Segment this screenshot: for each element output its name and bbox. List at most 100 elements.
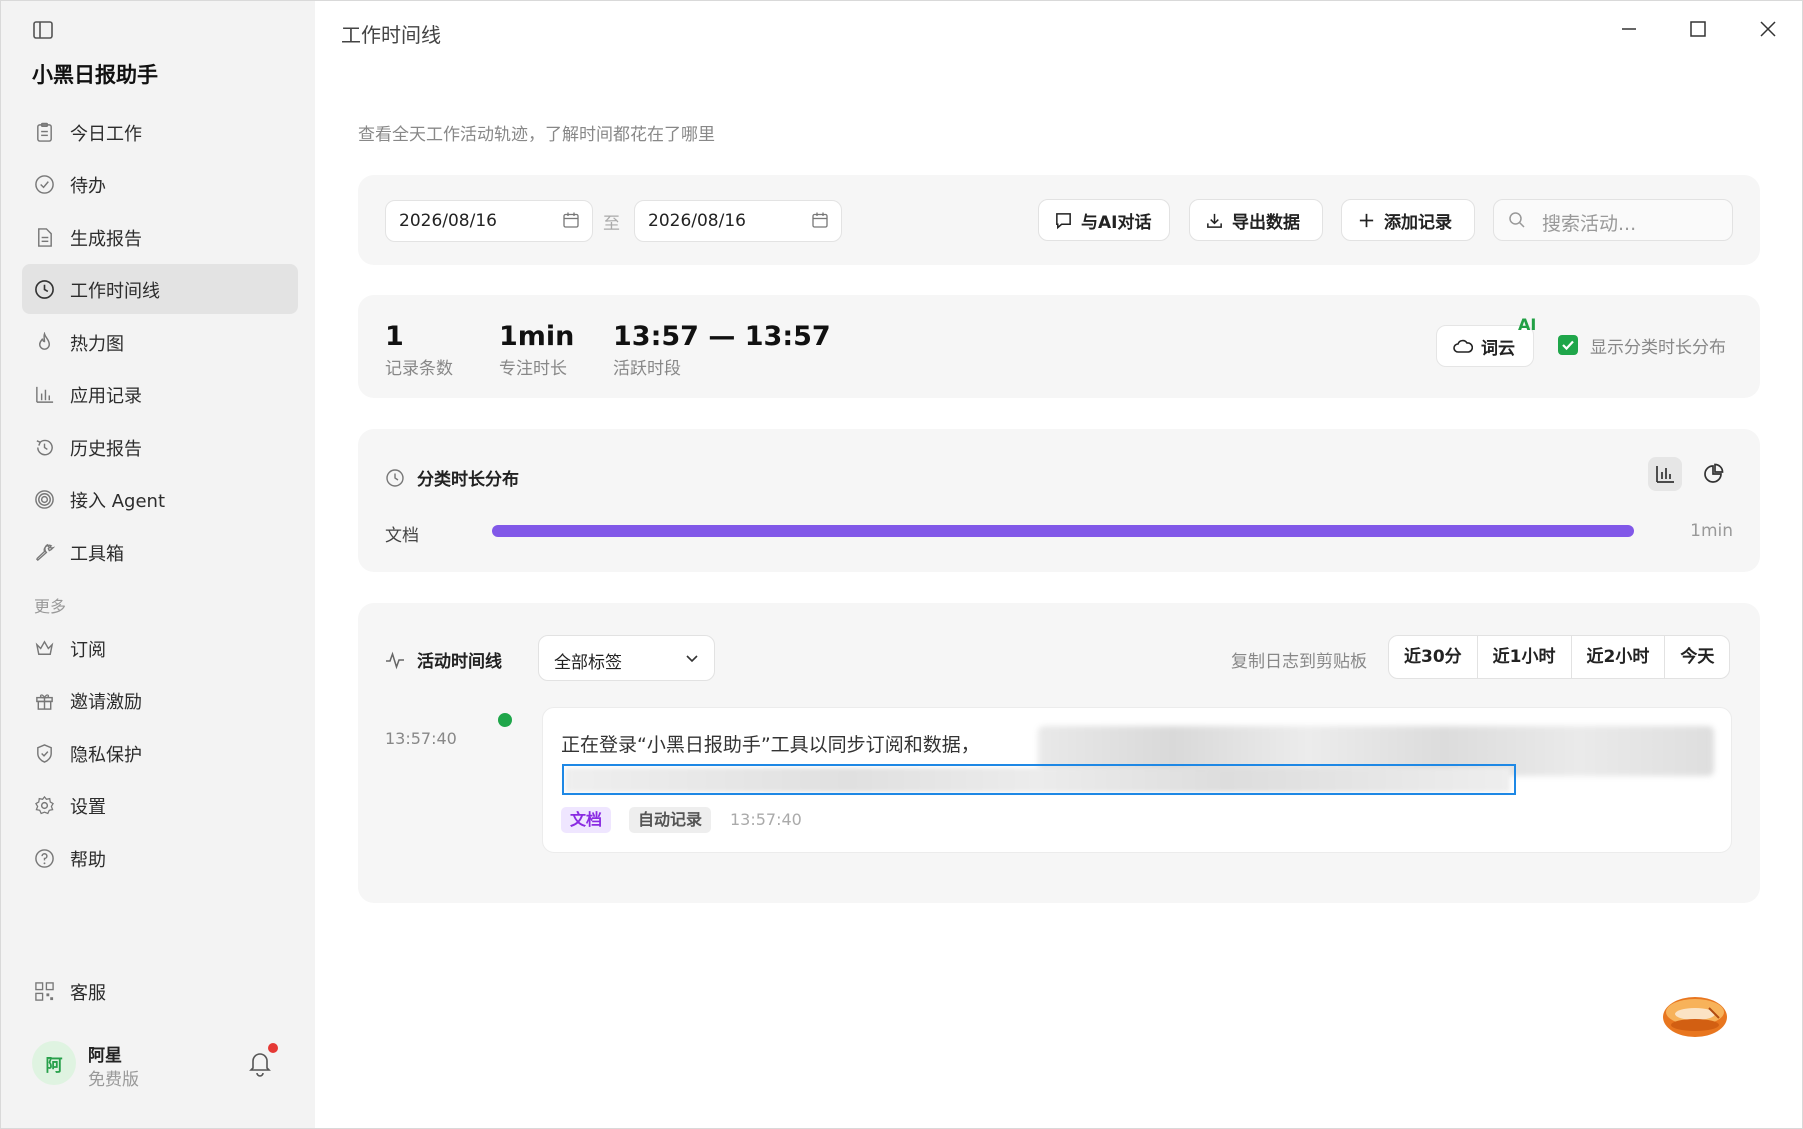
range-2hour-button[interactable]: 近2小时 (1572, 636, 1666, 678)
pie-view-button[interactable] (1696, 457, 1730, 491)
timeline-entry-card[interactable]: 正在登录“小黑日报助手”工具以同步订阅和数据， 文档 自动记录 13:57:40 (542, 707, 1732, 853)
timeline-entry-time: 13:57:40 (385, 729, 457, 748)
history-icon (36, 439, 53, 456)
export-data-button[interactable]: 导出数据 (1189, 199, 1323, 241)
tag-filter-value: 全部标签 (554, 653, 622, 673)
floating-assistant-icon[interactable] (1661, 991, 1729, 1039)
stat-focus-value: 1min (499, 321, 575, 352)
stat-active-caption: 活跃时段 (613, 359, 681, 379)
help-circle-icon (35, 849, 54, 868)
stats-card: 1 记录条数 1min 专注时长 13:57 — 13:57 活跃时段 词云 A… (358, 295, 1760, 398)
sidebar-item-heatmap[interactable]: 热力图 (22, 317, 298, 367)
sidebar-item-invite[interactable]: 邀请激励 (22, 675, 298, 725)
text-selection-box (562, 764, 1516, 795)
sidebar-item-help[interactable]: 帮助 (22, 833, 298, 883)
window-title: 工作时间线 (341, 23, 441, 47)
sidebar-item-label: 热力图 (70, 334, 124, 355)
cloud-icon (1453, 339, 1473, 353)
minimize-icon[interactable] (1619, 19, 1639, 39)
bell-icon[interactable] (247, 1049, 273, 1077)
search-placeholder: 搜索活动... (1542, 213, 1637, 235)
check-circle-icon (35, 175, 54, 194)
spiral-icon (35, 490, 54, 509)
sidebar-item-subscription[interactable]: 订阅 (22, 623, 298, 673)
gift-icon (36, 694, 53, 710)
sidebar-item-label: 应用记录 (70, 386, 142, 407)
sidebar-item-settings[interactable]: 设置 (22, 780, 298, 830)
stat-active: 13:57 — 13:57 活跃时段 (613, 321, 831, 379)
timeline-card: 活动时间线 全部标签 复制日志到剪贴板 近30分 近1小时 近2小时 今天 13… (358, 603, 1760, 903)
calendar-icon[interactable] (811, 211, 829, 229)
bar-chart-icon (1656, 466, 1674, 483)
add-record-button[interactable]: 添加记录 (1341, 199, 1475, 241)
app-name: 小黑日报助手 (32, 63, 158, 87)
sidebar-item-support[interactable]: 客服 (22, 966, 298, 1016)
sidebar-item-label: 设置 (70, 797, 106, 818)
sidebar-item-label: 工作时间线 (70, 281, 160, 302)
copy-log-button[interactable]: 复制日志到剪贴板 (1231, 647, 1367, 672)
more-section-label: 更多 (34, 597, 67, 616)
sidebar-item-toolbox[interactable]: 工具箱 (22, 527, 298, 577)
ai-chat-button[interactable]: 与AI对话 (1038, 199, 1170, 241)
user-profile[interactable]: 阿 阿星 免费版 (32, 1037, 302, 1101)
add-record-label: 添加记录 (1384, 212, 1452, 233)
sidebar-item-label: 生成报告 (70, 229, 142, 250)
timeline-title: 活动时间线 (417, 652, 502, 672)
chevron-down-icon (686, 655, 698, 663)
pie-chart-icon (1704, 463, 1724, 483)
sidebar-item-history-reports[interactable]: 历史报告 (22, 422, 298, 472)
sidebar-item-label: 今日工作 (70, 124, 142, 145)
clock-icon (35, 280, 54, 299)
sidebar-item-privacy[interactable]: 隐私保护 (22, 728, 298, 778)
timeline-entry-timestamp: 13:57:40 (730, 810, 802, 829)
sidebar-toggle-icon[interactable] (33, 21, 53, 39)
sidebar-item-timeline[interactable]: 工作时间线 (22, 264, 298, 314)
timeline-header: 活动时间线 (385, 647, 502, 672)
tag-filter-select[interactable]: 全部标签 (538, 635, 715, 681)
sidebar-item-label: 接入 Agent (70, 491, 166, 512)
sidebar-item-label: 客服 (70, 983, 106, 1004)
calendar-icon[interactable] (562, 211, 580, 229)
stat-records-caption: 记录条数 (385, 359, 453, 379)
date-to-input[interactable]: 2026/08/16 (634, 200, 842, 242)
crown-icon (35, 640, 54, 655)
sidebar-item-todo[interactable]: 待办 (22, 159, 298, 209)
sidebar-item-label: 帮助 (70, 850, 106, 871)
search-input[interactable]: 搜索活动... (1493, 199, 1733, 241)
plus-icon (1359, 213, 1374, 227)
sidebar-item-generate-report[interactable]: 生成报告 (22, 212, 298, 262)
sidebar-item-agent[interactable]: 接入 Agent (22, 474, 298, 524)
wrench-icon (36, 543, 55, 562)
sidebar-item-label: 历史报告 (70, 439, 142, 460)
clock-icon (386, 468, 404, 487)
activity-pulse-icon (386, 651, 404, 669)
date-from-input[interactable]: 2026/08/16 (385, 200, 593, 242)
export-data-label: 导出数据 (1232, 212, 1300, 233)
notification-dot (268, 1043, 278, 1053)
stat-records-value: 1 (385, 321, 404, 352)
show-distribution-checkbox[interactable] (1558, 335, 1578, 355)
category-label: 文档 (385, 526, 419, 546)
wordcloud-label: 词云 (1481, 338, 1515, 359)
distribution-card: 分类时长分布 文档 1min (358, 429, 1760, 572)
chat-bubble-icon (1056, 212, 1071, 229)
page-subtitle: 查看全天工作活动轨迹，了解时间都花在了哪里 (358, 125, 715, 145)
close-icon[interactable] (1758, 19, 1778, 39)
ai-badge: AI (1518, 315, 1537, 334)
category-bar-track (492, 525, 1634, 537)
sidebar-item-label: 邀请激励 (70, 692, 142, 713)
qr-code-icon (35, 982, 54, 1001)
sidebar-item-today-work[interactable]: 今日工作 (22, 107, 298, 157)
distribution-title: 分类时长分布 (417, 470, 519, 490)
category-tag[interactable]: 文档 (561, 807, 612, 833)
sidebar-item-app-records[interactable]: 应用记录 (22, 369, 298, 419)
stat-focus-caption: 专注时长 (499, 359, 567, 379)
range-today-button[interactable]: 今天 (1665, 636, 1729, 678)
range-1hour-button[interactable]: 近1小时 (1478, 636, 1572, 678)
bar-view-button[interactable] (1648, 457, 1682, 491)
range-30min-button[interactable]: 近30分 (1389, 636, 1478, 678)
show-distribution-label: 显示分类时长分布 (1590, 338, 1726, 358)
category-value: 1min (1690, 521, 1733, 541)
maximize-icon[interactable] (1688, 19, 1708, 39)
stat-records: 1 记录条数 (385, 321, 453, 379)
